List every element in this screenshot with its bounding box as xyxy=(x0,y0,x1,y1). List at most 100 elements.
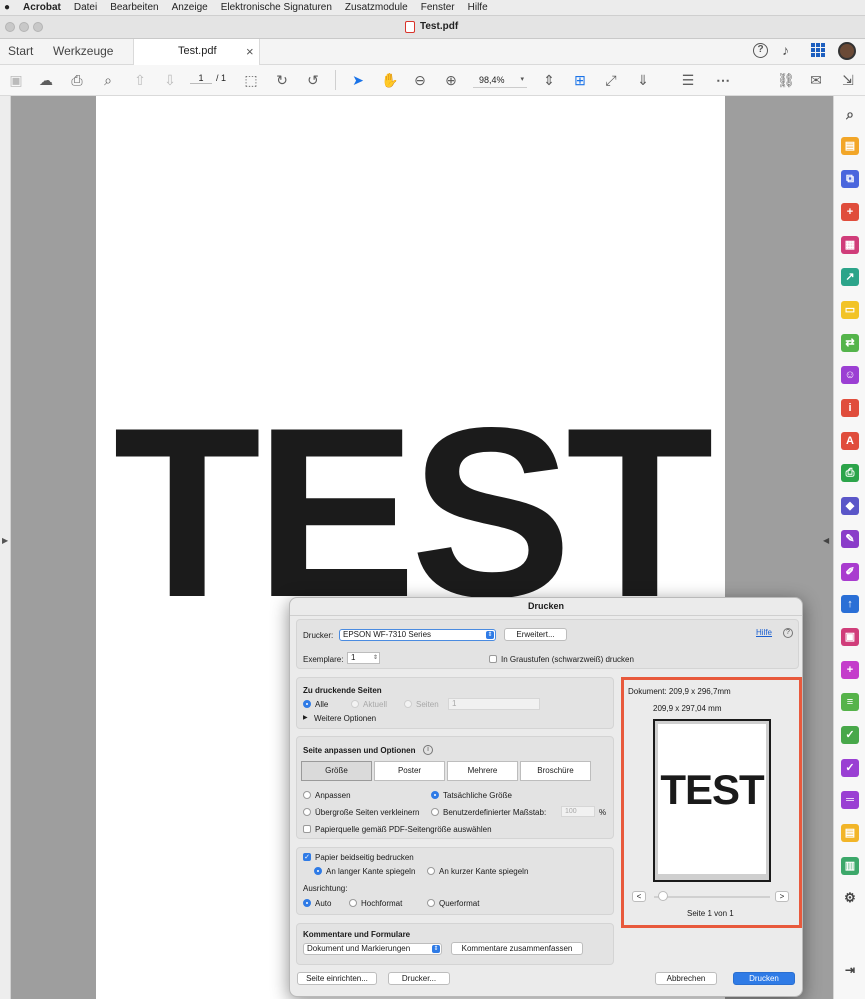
preview-prev-button[interactable]: < xyxy=(632,891,646,902)
summarize-comments-button[interactable]: Kommentare zusammenfassen xyxy=(451,942,583,955)
menu-fenster[interactable]: Fenster xyxy=(421,2,455,13)
expand-left-icon[interactable]: ▶ xyxy=(2,536,8,545)
tab-booklet[interactable]: Broschüre xyxy=(520,761,591,781)
select-cursor-icon[interactable]: ➤ xyxy=(348,71,368,89)
tab-poster[interactable]: Poster xyxy=(374,761,445,781)
print-production-icon[interactable]: ⎙ xyxy=(841,464,859,482)
radio-auto[interactable] xyxy=(303,899,311,907)
mail-icon[interactable]: ✉ xyxy=(806,71,826,89)
copies-input[interactable]: 1 ⇕ xyxy=(347,652,380,664)
radio-custom-scale[interactable] xyxy=(431,808,439,816)
menu-zusatzmodule[interactable]: Zusatzmodule xyxy=(345,2,408,13)
disclosure-triangle-icon[interactable]: ▶ xyxy=(303,714,308,721)
apps-grid-icon[interactable] xyxy=(811,43,825,57)
protect-info-icon[interactable]: i xyxy=(841,399,859,417)
stamp-icon[interactable]: ▣ xyxy=(841,628,859,646)
print-button[interactable]: Drucken xyxy=(733,972,795,985)
radio-all-pages[interactable] xyxy=(303,700,311,708)
create-pdf-icon[interactable]: + xyxy=(841,203,859,221)
custom-scale-input[interactable]: 100 xyxy=(561,806,595,817)
link-share-icon[interactable]: ⛓ xyxy=(776,71,796,89)
comments-select[interactable]: Dokument und Markierungen ⇕ xyxy=(303,943,442,955)
tab-document[interactable]: Test.pdf × xyxy=(133,39,260,65)
zoom-window-button[interactable] xyxy=(33,22,43,32)
edit-pdf-icon[interactable]: ✐ xyxy=(841,563,859,581)
tab-start[interactable]: Start xyxy=(8,44,33,58)
send-icon[interactable]: ↑ xyxy=(841,595,859,613)
page-number-input[interactable]: 1 xyxy=(190,73,212,84)
scroll-mode-icon[interactable]: ⇓ xyxy=(633,71,653,89)
export-pdf-icon[interactable]: ↗ xyxy=(841,268,859,286)
printer-select[interactable]: EPSON WF-7310 Series ⇕ xyxy=(339,629,496,641)
help-circle-icon[interactable]: ? xyxy=(783,628,793,638)
tab-size[interactable]: Größe xyxy=(301,761,372,781)
close-tab-icon[interactable]: × xyxy=(246,44,254,59)
cloud-upload-icon[interactable]: ☁ xyxy=(36,71,56,89)
menu-app[interactable]: Acrobat xyxy=(23,2,61,13)
zoom-out-icon[interactable]: ⊖ xyxy=(410,71,430,89)
zoom-in-icon[interactable]: ⊕ xyxy=(441,71,461,89)
print-icon[interactable]: ⎙ xyxy=(67,71,87,89)
bell-icon[interactable]: ♪ xyxy=(782,42,789,58)
duplex-checkbox[interactable]: ✓ xyxy=(303,853,311,861)
combine-files-icon[interactable]: ⧉ xyxy=(841,170,859,188)
avatar[interactable] xyxy=(838,42,856,60)
search-zoom-icon[interactable]: ⌕ xyxy=(98,71,118,89)
marquee-zoom-icon[interactable]: ⬚ xyxy=(241,71,261,89)
accessibility-icon[interactable]: ☺ xyxy=(841,366,859,384)
comment-icon[interactable]: ▭ xyxy=(841,301,859,319)
rotate-cw-icon[interactable]: ↻ xyxy=(272,71,292,89)
redact-icon[interactable]: ▤ xyxy=(841,824,859,842)
menu-anzeige[interactable]: Anzeige xyxy=(172,2,208,13)
paper-source-checkbox[interactable] xyxy=(303,825,311,833)
page-setup-button[interactable]: Seite einrichten... xyxy=(297,972,377,985)
fit-page-icon[interactable]: ⇕ xyxy=(539,71,559,89)
minimize-window-button[interactable] xyxy=(19,22,29,32)
customize-tools-icon[interactable]: ⚙ xyxy=(841,889,859,907)
measure-icon[interactable]: ═ xyxy=(841,791,859,809)
scan-ocr-icon[interactable]: ▤ xyxy=(841,137,859,155)
export-icon[interactable]: ⇲ xyxy=(838,71,858,89)
search-tools-icon[interactable]: ⌕ xyxy=(841,105,859,123)
fit-width-icon[interactable]: ⊞ xyxy=(570,71,590,89)
close-window-button[interactable] xyxy=(5,22,15,32)
layers-icon[interactable]: ≡ xyxy=(841,693,859,711)
apple-icon[interactable]: ● xyxy=(4,2,10,13)
tab-werkzeuge[interactable]: Werkzeuge xyxy=(53,44,113,58)
radio-long-edge[interactable] xyxy=(314,867,322,875)
help-link[interactable]: Hilfe xyxy=(756,628,772,637)
radio-portrait[interactable] xyxy=(349,899,357,907)
grayscale-checkbox[interactable] xyxy=(489,655,497,663)
shield-icon[interactable]: ◆ xyxy=(841,497,859,515)
collapse-right-icon[interactable]: ◀ xyxy=(823,536,829,545)
radio-short-edge[interactable] xyxy=(427,867,435,875)
info-icon[interactable]: i xyxy=(423,745,433,755)
preview-next-button[interactable]: > xyxy=(775,891,789,902)
help-icon[interactable]: ? xyxy=(753,43,768,58)
prepare-form-icon[interactable]: ✓ xyxy=(841,759,859,777)
preview-slider-thumb[interactable] xyxy=(658,891,668,901)
organize-pages-icon[interactable]: ▦ xyxy=(841,236,859,254)
zoom-dropdown[interactable]: 98,4% ▾ xyxy=(473,72,527,88)
radio-shrink[interactable] xyxy=(303,808,311,816)
rich-media-icon[interactable]: + xyxy=(841,661,859,679)
menu-datei[interactable]: Datei xyxy=(74,2,97,13)
radio-actual-size[interactable] xyxy=(431,791,439,799)
menu-signaturen[interactable]: Elektronische Signaturen xyxy=(221,2,332,13)
full-screen-icon[interactable]: ⤢ xyxy=(601,71,621,89)
menu-hilfe[interactable]: Hilfe xyxy=(468,2,488,13)
more-icon[interactable]: ⋯ xyxy=(713,71,733,89)
advanced-button[interactable]: Erweitert... xyxy=(504,628,567,641)
radio-pages[interactable] xyxy=(404,700,412,708)
rotate-ccw-icon[interactable]: ↺ xyxy=(303,71,323,89)
save-icon[interactable]: ▣ xyxy=(6,71,26,89)
acrobat-pdf-icon[interactable]: A xyxy=(841,432,859,450)
page-down-icon[interactable]: ⇩ xyxy=(160,71,180,89)
menu-bearbeiten[interactable]: Bearbeiten xyxy=(110,2,158,13)
sign-certificate-icon[interactable]: ✓ xyxy=(841,726,859,744)
radio-current-page[interactable] xyxy=(351,700,359,708)
page-up-icon[interactable]: ⇧ xyxy=(130,71,150,89)
preview-slider-track[interactable] xyxy=(654,896,770,898)
collapse-panel-icon[interactable]: ⇥ xyxy=(841,961,859,979)
cancel-button[interactable]: Abbrechen xyxy=(655,972,717,985)
